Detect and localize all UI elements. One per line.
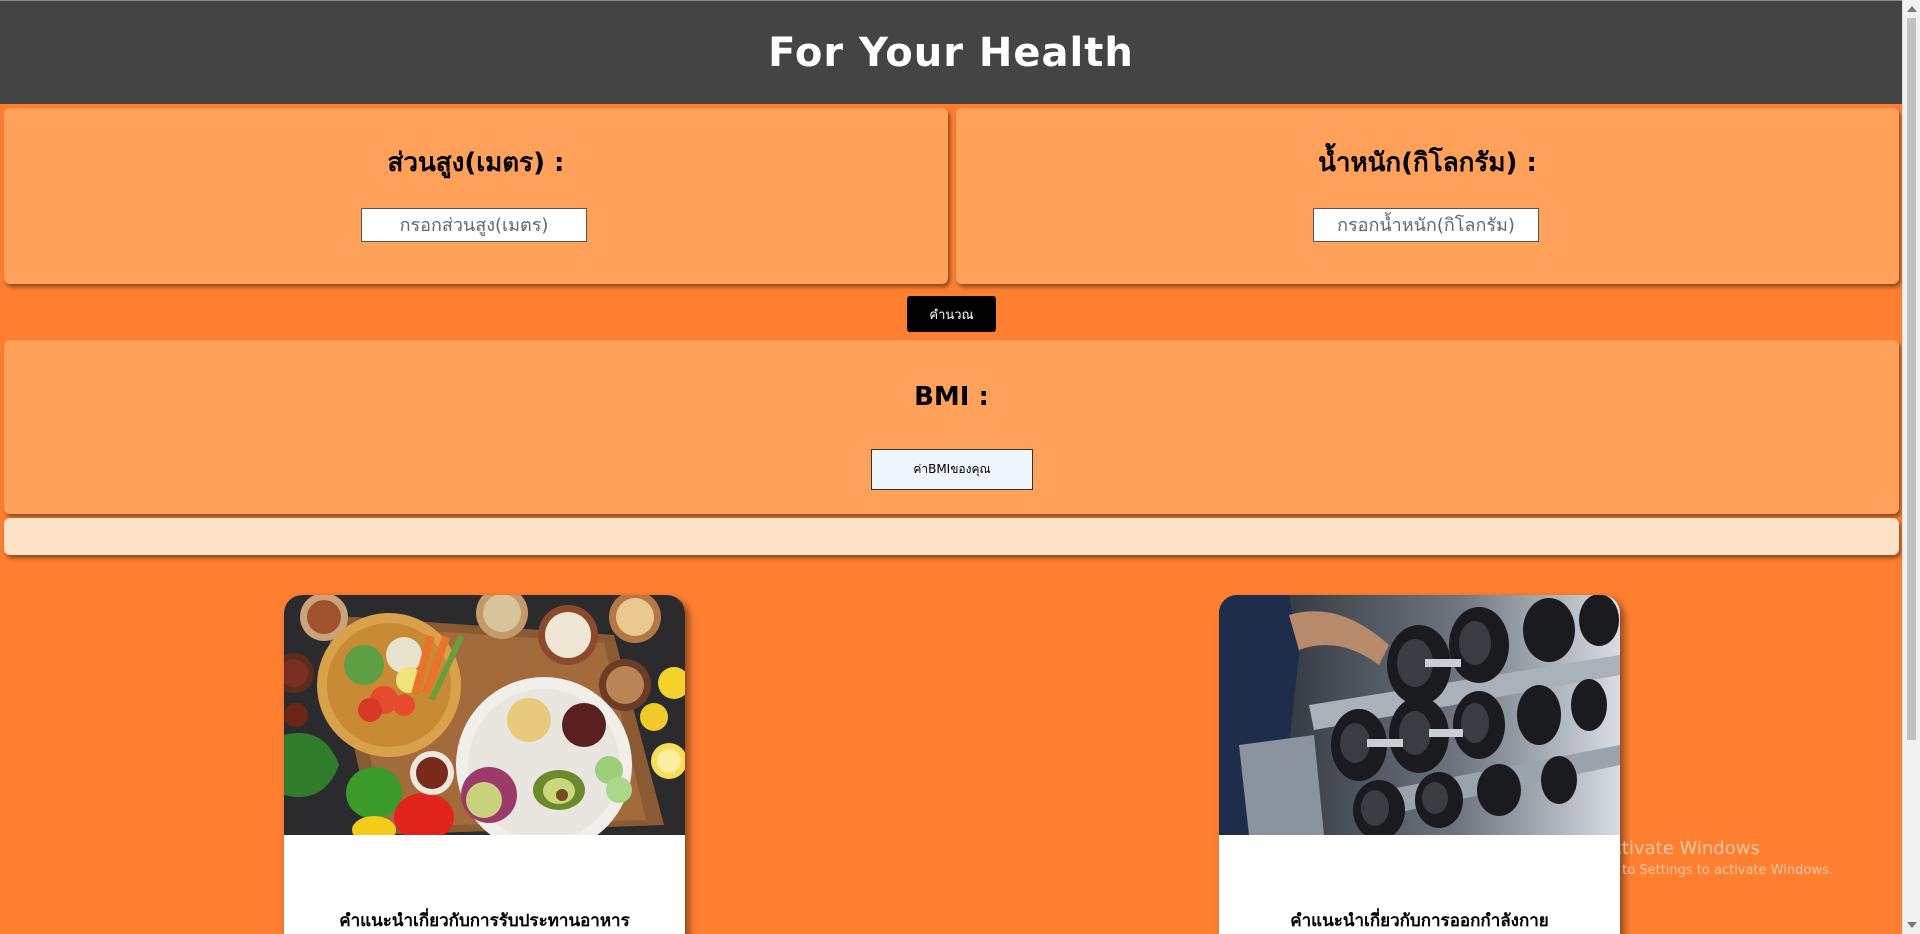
height-input[interactable] bbox=[361, 208, 587, 242]
calculate-button[interactable]: คำนวณ bbox=[907, 296, 996, 332]
bmi-label: BMI : bbox=[914, 382, 989, 412]
scroll-thumb[interactable] bbox=[1907, 18, 1916, 740]
page: For Your Health ส่วนสูง(เมตร) : น้ำหนัก(… bbox=[0, 0, 1902, 934]
healthy-food-image bbox=[284, 595, 685, 835]
exercise-advice-card[interactable]: คำแนะนำเกี่ยวกับการออกกำลังกาย bbox=[1219, 595, 1620, 934]
bmi-result-bar bbox=[4, 518, 1899, 555]
height-label: ส่วนสูง(เมตร) : bbox=[387, 148, 565, 178]
scroll-down-icon[interactable] bbox=[1907, 922, 1917, 928]
exercise-advice-title: คำแนะนำเกี่ยวกับการออกกำลังกาย bbox=[1290, 911, 1549, 931]
scroll-up-icon[interactable] bbox=[1907, 6, 1917, 12]
food-advice-title: คำแนะนำเกี่ยวกับการรับประทานอาหาร bbox=[339, 911, 630, 931]
windows-activation-watermark: Activate Windows Go to Settings to activ… bbox=[1600, 838, 1833, 878]
watermark-line-2: Go to Settings to activate Windows. bbox=[1600, 863, 1833, 878]
site-header: For Your Health bbox=[0, 0, 1902, 104]
vertical-scrollbar[interactable] bbox=[1902, 0, 1920, 934]
height-panel: ส่วนสูง(เมตร) : bbox=[4, 108, 948, 284]
dumbbell-rack-image bbox=[1219, 595, 1620, 835]
watermark-line-1: Activate Windows bbox=[1600, 838, 1760, 859]
food-advice-card[interactable]: คำแนะนำเกี่ยวกับการรับประทานอาหาร bbox=[284, 595, 685, 934]
weight-input[interactable] bbox=[1313, 208, 1539, 242]
bmi-value-display: ค่าBMIของคุณ bbox=[871, 449, 1033, 490]
weight-panel: น้ำหนัก(กิโลกรัม) : bbox=[956, 108, 1899, 284]
site-title: For Your Health bbox=[768, 29, 1134, 76]
weight-label: น้ำหนัก(กิโลกรัม) : bbox=[1318, 148, 1537, 178]
